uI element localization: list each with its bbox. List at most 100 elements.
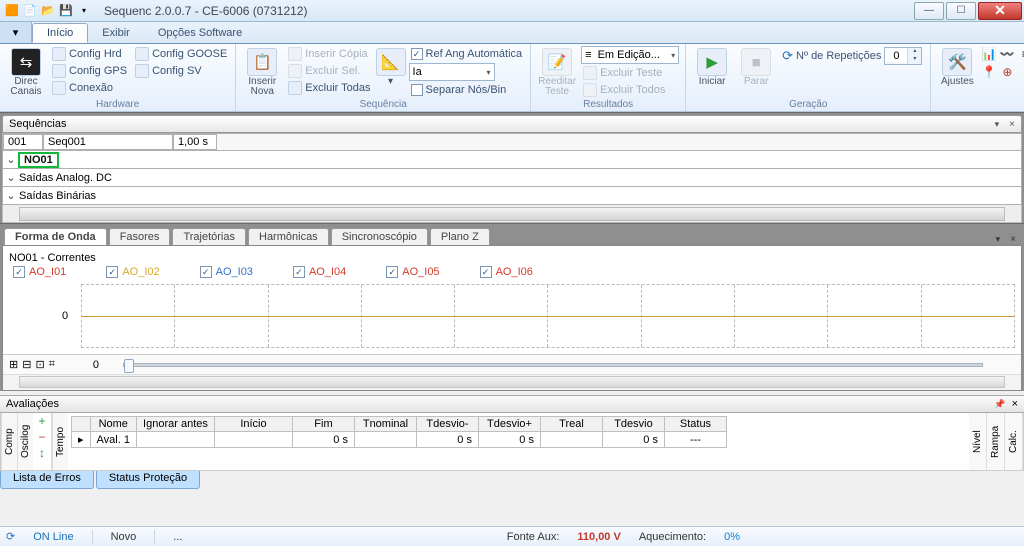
- excluir-todos-button[interactable]: Excluir Todos: [581, 82, 679, 98]
- separar-nos-check[interactable]: Separar Nós/Bin: [409, 82, 525, 98]
- tab-trajetorias[interactable]: Trajetórias: [172, 228, 246, 245]
- tab-forma-onda[interactable]: Forma de Onda: [4, 228, 107, 245]
- refresh-status-icon[interactable]: ⟳: [6, 530, 15, 543]
- group-label: Sequência: [242, 99, 524, 111]
- app-button[interactable]: ▾: [0, 22, 32, 43]
- tab-opcoes[interactable]: Opções Software: [144, 22, 256, 43]
- table-row[interactable]: ▸ Aval. 1 0 s 0 s 0 s 0 s ---: [72, 432, 727, 448]
- chart-icon[interactable]: 📊: [981, 46, 997, 62]
- seq-index-field[interactable]: 001: [3, 134, 43, 150]
- target-icon[interactable]: ⊕: [999, 64, 1015, 80]
- spin-up-icon[interactable]: ▴: [908, 48, 921, 56]
- tab-status-protecao[interactable]: Status Proteção: [96, 471, 200, 489]
- pin-icon[interactable]: ▾: [995, 119, 1000, 130]
- vtab-rampa[interactable]: Rampa: [987, 413, 1005, 470]
- spin-down-icon[interactable]: ▾: [908, 56, 921, 64]
- delete-test-icon: [583, 66, 597, 80]
- vtab-tempo[interactable]: Tempo: [52, 413, 68, 470]
- h-scrollbar[interactable]: [2, 205, 1022, 223]
- ch-ao-i01[interactable]: ✓AO_I01: [13, 266, 66, 278]
- em-edicao-combo[interactable]: ≡Em Edição...▾: [581, 46, 679, 64]
- ch-ao-i04[interactable]: ✓AO_I04: [293, 266, 346, 278]
- config-sv-button[interactable]: Config SV: [133, 63, 229, 79]
- conexao-button[interactable]: Conexão: [50, 80, 129, 96]
- config-hrd-button[interactable]: Config Hrd: [50, 46, 129, 62]
- node-row-no01[interactable]: ⌄NO01: [2, 151, 1022, 169]
- close-panel-icon[interactable]: ×: [1006, 398, 1018, 410]
- tab-planoz[interactable]: Plano Z: [430, 228, 490, 245]
- ch-ao-i06[interactable]: ✓AO_I06: [480, 266, 533, 278]
- ch-ao-i05[interactable]: ✓AO_I05: [386, 266, 439, 278]
- chevron-down-icon: ▾: [487, 68, 491, 77]
- cursor-tool2-icon[interactable]: ⊟: [22, 358, 31, 371]
- vtab-nivel[interactable]: Nível: [969, 413, 987, 470]
- config-gps-button[interactable]: Config GPS: [50, 63, 129, 79]
- iniciar-button[interactable]: ▶Iniciar: [692, 46, 732, 87]
- vtab-oscilog[interactable]: Oscilog: [17, 413, 33, 470]
- inserir-copia-button[interactable]: Inserir Cópia: [286, 46, 372, 62]
- qat-new-icon[interactable]: 📄: [22, 3, 38, 19]
- tab-inicio[interactable]: Início: [32, 23, 88, 43]
- maximize-button[interactable]: ☐: [946, 2, 976, 20]
- marker-icon[interactable]: 📍: [981, 64, 997, 80]
- ribbon: ⇆ Direc Canais Config Hrd Config GPS Con…: [0, 44, 1024, 112]
- tab-sincrono[interactable]: Sincronoscópio: [331, 228, 428, 245]
- ref-dropdown-button[interactable]: 📐 ▾: [377, 46, 405, 87]
- excluir-todas-button[interactable]: Excluir Todas: [286, 80, 372, 96]
- close-panel-icon[interactable]: ×: [1005, 119, 1015, 130]
- close-button[interactable]: ✕: [978, 2, 1022, 20]
- add-row-icon[interactable]: +: [35, 415, 49, 429]
- vtab-calc[interactable]: Calc.: [1005, 413, 1023, 470]
- direc-canais-button[interactable]: ⇆ Direc Canais: [6, 46, 46, 97]
- ch-ao-i03[interactable]: ✓AO_I03: [200, 266, 253, 278]
- group-label: Opções: [937, 99, 1024, 111]
- group-opcoes: 🛠️Ajustes 📊〰️≡ 📍⊕ 📄Relatório 🕒Unids ▦Lay…: [931, 44, 1024, 111]
- ref-ang-check[interactable]: ✓Ref Ang Automática: [409, 46, 525, 62]
- aquec-label: Aquecimento:: [639, 531, 706, 543]
- inserir-nova-button[interactable]: 📋 Inserir Nova: [242, 46, 282, 97]
- wave-icon[interactable]: 〰️: [999, 46, 1015, 62]
- h-scrollbar[interactable]: [19, 376, 1005, 388]
- remove-row-icon[interactable]: −: [35, 431, 49, 445]
- ch-ao-i02[interactable]: ✓AO_I02: [106, 266, 159, 278]
- config-goose-button[interactable]: Config GOOSE: [133, 46, 229, 62]
- cursor-tool3-icon[interactable]: ⊡: [35, 358, 44, 371]
- node-row-saidas-dc[interactable]: ⌄Saídas Analog. DC: [2, 169, 1022, 187]
- node-row-saidas-bin[interactable]: ⌄Saídas Binárias: [2, 187, 1022, 205]
- excluir-sel-button[interactable]: Excluir Sel.: [286, 63, 372, 79]
- time-slider[interactable]: [123, 363, 983, 367]
- excluir-teste-button[interactable]: Excluir Teste: [581, 65, 679, 81]
- tab-lista-erros[interactable]: Lista de Erros: [0, 471, 94, 489]
- chevron-down-icon: ⌄: [3, 153, 19, 166]
- minimize-button[interactable]: —: [914, 2, 944, 20]
- seq-dur-field[interactable]: 1,00 s: [173, 134, 217, 150]
- group-label: Resultados: [537, 99, 679, 111]
- pin-icon[interactable]: 📌: [994, 399, 1005, 410]
- ajustes-button[interactable]: 🛠️Ajustes: [937, 46, 977, 87]
- list-icon[interactable]: ≡: [1017, 46, 1024, 62]
- seq-edit-row: 001 Seq001 1,00 s: [2, 133, 1022, 151]
- cursor-tool-icon[interactable]: ⊞: [9, 358, 18, 371]
- seq-name-field[interactable]: Seq001: [43, 134, 173, 150]
- scroll-thumb[interactable]: [19, 207, 1005, 221]
- qat-open-icon[interactable]: 📂: [40, 3, 56, 19]
- window-title: Sequenc 2.0.0.7 - CE-6006 (0731212): [92, 4, 914, 18]
- expand-row-icon[interactable]: ↕: [35, 447, 49, 461]
- vtab-comp[interactable]: Comp: [1, 413, 17, 470]
- waveform-plot[interactable]: 0: [81, 284, 1015, 348]
- tab-exibir[interactable]: Exibir: [88, 22, 144, 43]
- ref-icon: 📐: [376, 48, 406, 76]
- repeticoes-number[interactable]: ▴▾: [884, 47, 922, 65]
- tab-fasores[interactable]: Fasores: [109, 228, 171, 245]
- ia-combo[interactable]: Ia▾: [409, 63, 495, 81]
- tab-harmonicas[interactable]: Harmônicas: [248, 228, 329, 245]
- parar-button[interactable]: ■Parar: [736, 46, 776, 87]
- qat-save-icon[interactable]: 💾: [58, 3, 74, 19]
- slider-thumb[interactable]: [124, 359, 134, 373]
- qat-home-icon[interactable]: 🟧: [4, 3, 20, 19]
- reeditar-button[interactable]: 📝 Reeditar Teste: [537, 46, 577, 97]
- close-panel-icon[interactable]: ×: [1006, 234, 1020, 245]
- qat-dropdown-icon[interactable]: ▾: [76, 3, 92, 19]
- pin-icon[interactable]: ▾: [992, 234, 1005, 245]
- cursor-tool4-icon[interactable]: ⌗: [49, 358, 55, 371]
